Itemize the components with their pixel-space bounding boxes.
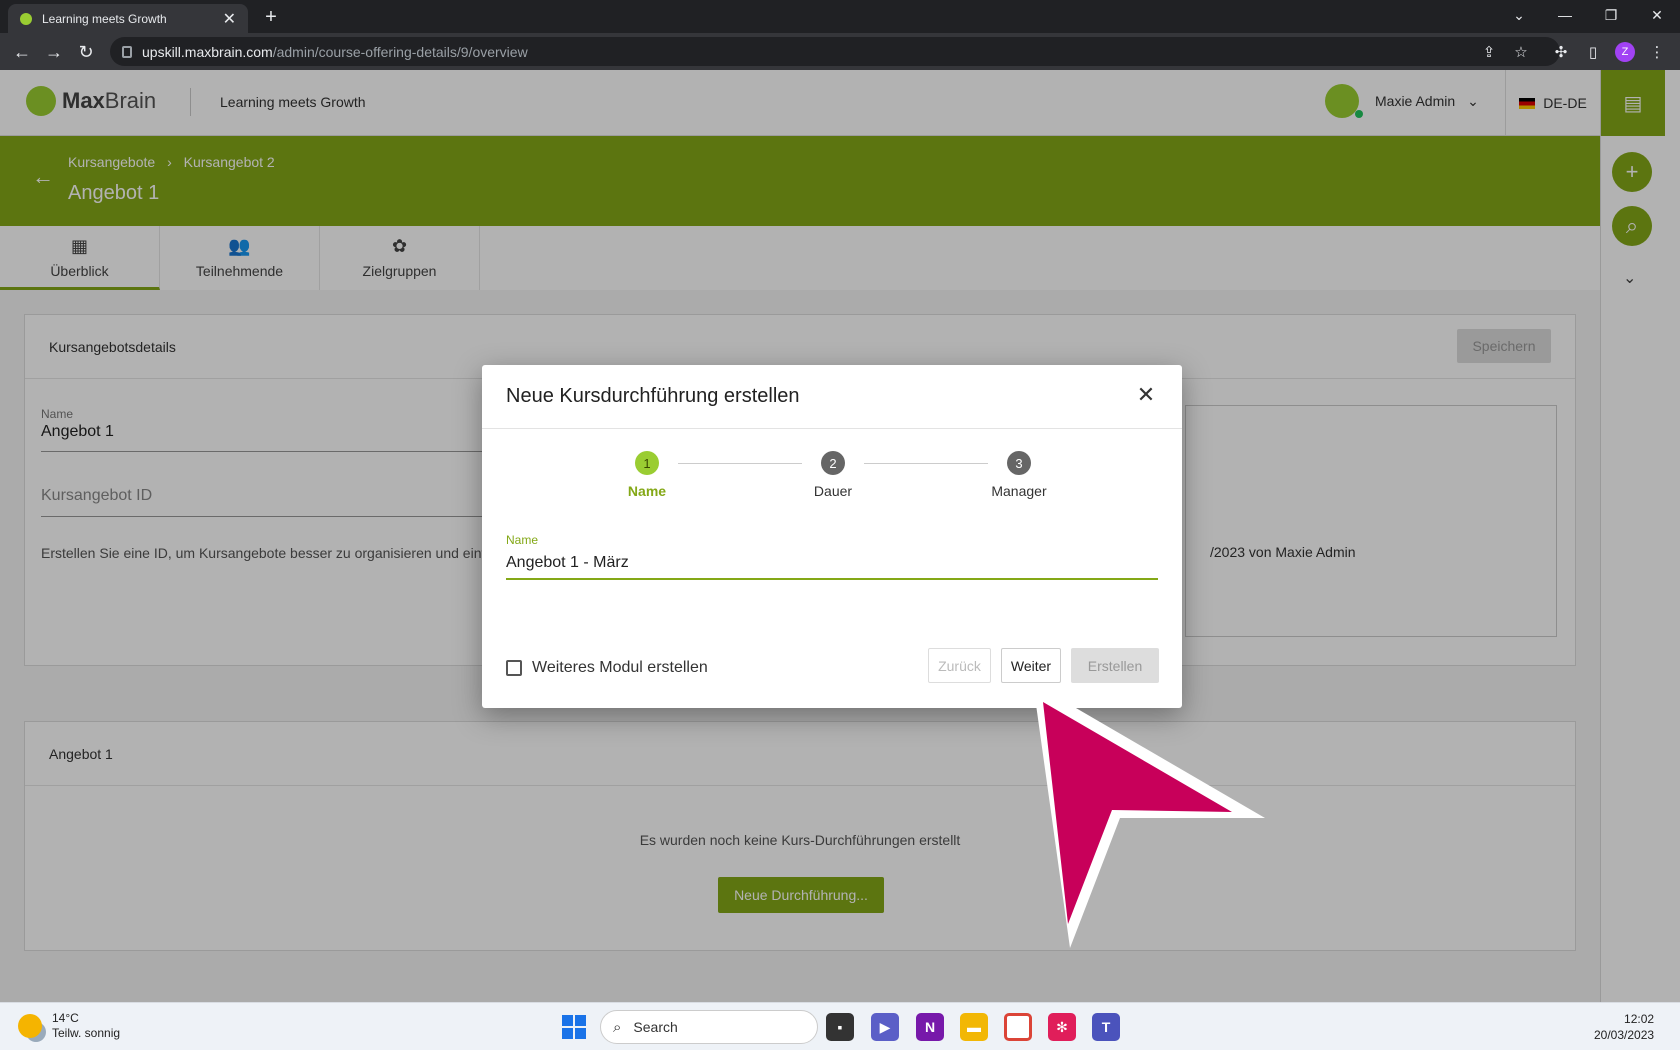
search-icon: ⌕ (613, 1018, 622, 1036)
slack-icon[interactable]: ✻ (1048, 1013, 1076, 1041)
taskbar-search[interactable]: ⌕ Search (600, 1010, 818, 1044)
restore-button[interactable]: ❐ (1588, 0, 1634, 30)
taskbar-search-label: Search (633, 1019, 678, 1035)
minimize-button[interactable]: — (1542, 0, 1588, 30)
create-run-dialog: Neue Kursdurchführung erstellen ✕ 1 Name… (482, 365, 1182, 708)
next-button[interactable]: Weiter (1001, 648, 1061, 683)
checkbox-icon (506, 660, 522, 676)
step-number: 3 (1007, 451, 1031, 475)
step-number: 2 (821, 451, 845, 475)
menu-dots-icon[interactable]: ⋮ (1646, 41, 1668, 63)
step-label: Name (627, 483, 667, 499)
clock-date: 20/03/2023 (1594, 1028, 1655, 1042)
windows-start-icon[interactable] (562, 1015, 586, 1039)
run-name-input[interactable] (506, 548, 1158, 580)
step-manager[interactable]: 3 Manager (959, 451, 1079, 499)
chrome-icon[interactable] (1004, 1013, 1032, 1041)
weather-text: Teilw. sonnig (52, 1026, 121, 1040)
profile-avatar[interactable]: Z (1615, 42, 1635, 62)
teams-chat-icon[interactable]: ▶ (871, 1013, 899, 1041)
url-path: /admin/course-offering-details/9/overvie… (272, 43, 528, 60)
bookmark-star-icon[interactable]: ☆ (1510, 41, 1532, 63)
clock-time: 12:02 (1624, 1012, 1655, 1026)
step-duration[interactable]: 2 Dauer (773, 451, 893, 499)
run-name-label: Name (506, 533, 539, 547)
forward-icon[interactable]: → (40, 38, 68, 66)
system-clock[interactable]: 12:02 20/03/2023 (1594, 1011, 1654, 1043)
extensions-icon[interactable]: ✣ (1550, 41, 1572, 63)
browser-tabbar: Learning meets Growth ✕ + ⌄ — ❐ ✕ (0, 0, 1680, 33)
dialog-title: Neue Kursdurchführung erstellen (506, 385, 800, 407)
browser-tab-title: Learning meets Growth (42, 11, 167, 26)
browser-toolbar: ← → ↻ upskill.maxbrain.com/admin/course-… (0, 33, 1680, 70)
partly-sunny-icon (18, 1014, 42, 1038)
dialog-header: Neue Kursdurchführung erstellen ✕ (482, 365, 1182, 429)
url-host: upskill.maxbrain.com (142, 43, 273, 60)
browser-tab[interactable]: Learning meets Growth ✕ (8, 4, 248, 33)
side-panel-icon[interactable]: ▯ (1582, 41, 1604, 63)
close-tab-icon[interactable]: ✕ (223, 9, 236, 29)
tab-search-icon[interactable]: ⌄ (1496, 0, 1542, 30)
another-module-label: Weiteres Modul erstellen (532, 659, 708, 676)
step-name[interactable]: 1 Name (587, 451, 707, 499)
back-button[interactable]: Zurück (928, 648, 991, 683)
close-icon[interactable]: ✕ (1132, 381, 1160, 409)
close-window-button[interactable]: ✕ (1634, 0, 1680, 30)
step-label: Manager (991, 483, 1047, 499)
lock-icon (122, 45, 132, 58)
reload-icon[interactable]: ↻ (72, 38, 100, 66)
new-tab-button[interactable]: + (258, 5, 284, 29)
teams-icon[interactable]: T (1092, 1013, 1120, 1041)
onenote-icon[interactable]: N (916, 1013, 944, 1041)
step-label: Dauer (813, 483, 853, 499)
back-icon[interactable]: ← (8, 38, 36, 66)
file-explorer-icon[interactable]: ▬ (960, 1013, 988, 1041)
another-module-checkbox[interactable]: Weiteres Modul erstellen (506, 659, 708, 677)
weather-widget[interactable]: 14°C Teilw. sonnig (18, 1011, 120, 1041)
address-bar[interactable]: upskill.maxbrain.com/admin/course-offeri… (110, 37, 1560, 66)
share-icon[interactable]: ⇪ (1478, 41, 1500, 63)
temperature: 14°C (52, 1011, 79, 1025)
step-number: 1 (635, 451, 659, 475)
windows-taskbar: 14°C Teilw. sonnig ⌕ Search ▪ ▶ N ▬ ✻ T … (0, 1002, 1680, 1050)
task-view-icon[interactable]: ▪ (826, 1013, 854, 1041)
favicon-icon (20, 12, 32, 25)
create-button[interactable]: Erstellen (1071, 648, 1159, 683)
